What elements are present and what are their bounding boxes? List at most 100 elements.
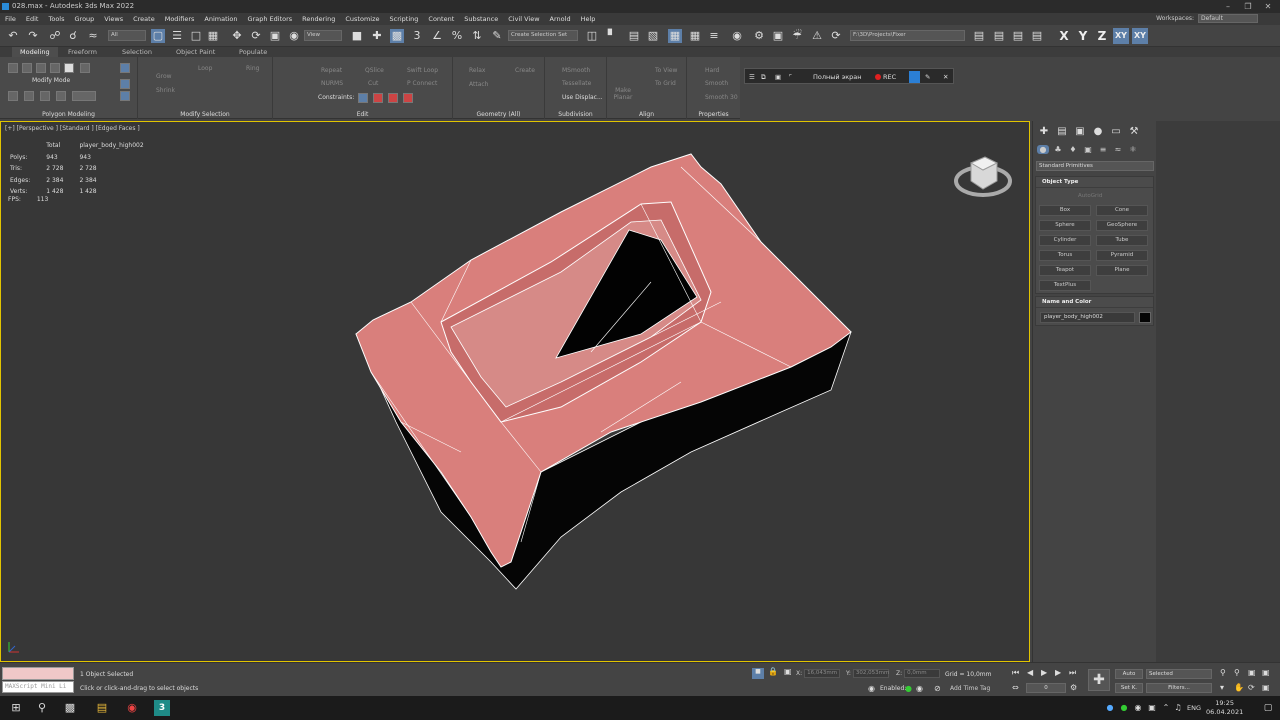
mirror-icon[interactable]: ◫ xyxy=(585,29,599,43)
element-mode-icon[interactable] xyxy=(64,63,74,73)
pen-icon[interactable]: ✎ xyxy=(925,71,930,83)
y-value-field[interactable]: 302,053mm xyxy=(852,669,889,678)
polygon-mode-icon[interactable] xyxy=(50,63,60,73)
keyboard-shortcut-override-icon[interactable]: ▩ xyxy=(390,29,404,43)
hard-label[interactable]: Hard xyxy=(705,67,719,74)
window-icon[interactable]: ⧉ xyxy=(761,71,766,83)
toggle-ribbon-icon[interactable]: ▦ xyxy=(668,29,682,43)
menu-edit[interactable]: Edit xyxy=(21,13,44,25)
modify-tab-icon[interactable]: ▤ xyxy=(1055,126,1069,137)
zoom-extents-all-icon[interactable]: ▣ xyxy=(1262,668,1270,677)
to-grid-label[interactable]: To Grid xyxy=(655,80,676,87)
add-time-tag[interactable]: Add Time Tag xyxy=(950,685,990,692)
menu-graph-editors[interactable]: Graph Editors xyxy=(243,13,298,25)
menu-create[interactable]: Create xyxy=(128,13,160,25)
tools-folder-icon[interactable]: ▤ xyxy=(1030,29,1044,43)
play-icon[interactable]: ▶ xyxy=(1041,668,1047,677)
move-icon[interactable]: ✥ xyxy=(230,29,244,43)
scale-icon[interactable]: ▣ xyxy=(268,29,282,43)
notifications-icon[interactable]: ▢ xyxy=(1260,700,1276,716)
torus-button[interactable]: Torus xyxy=(1039,250,1091,261)
constraint-edge-icon[interactable] xyxy=(373,93,383,103)
pin-stack-icon[interactable] xyxy=(120,63,130,73)
tab-object-paint[interactable]: Object Paint xyxy=(176,47,215,57)
geosphere-button[interactable]: GeoSphere xyxy=(1096,220,1148,231)
ring-label[interactable]: Ring xyxy=(246,65,259,72)
tessellate-label[interactable]: Tessellate xyxy=(562,80,591,87)
axis-z-button[interactable]: Z xyxy=(1094,28,1110,44)
create-label[interactable]: Create xyxy=(515,67,535,74)
collapse-stack-icon[interactable] xyxy=(120,91,130,101)
subdivision-label[interactable]: Subdivision xyxy=(545,111,606,118)
volume-icon[interactable]: ♫ xyxy=(1170,700,1186,716)
maxscript-listener-output[interactable] xyxy=(2,667,74,680)
axis-y-button[interactable]: Y xyxy=(1075,28,1091,44)
swift-loop-label[interactable]: Swift Loop xyxy=(407,67,438,74)
region-icon[interactable]: ▣ xyxy=(775,71,781,83)
search-icon[interactable]: ⚲ xyxy=(34,700,50,716)
close-recorder-icon[interactable]: ✕ xyxy=(943,71,948,83)
material-editor-icon[interactable]: ◉ xyxy=(730,29,744,43)
textplus-button[interactable]: TextPlus xyxy=(1039,280,1091,291)
close-button[interactable]: ✕ xyxy=(1258,0,1278,13)
relax-label[interactable]: Relax xyxy=(469,67,486,74)
enabled-toggle-icon[interactable]: ● xyxy=(905,684,912,693)
geometry-all-label[interactable]: Geometry (All) xyxy=(453,111,544,118)
clock[interactable]: 19:25 06.04.2021 xyxy=(1206,699,1243,717)
tab-freeform[interactable]: Freeform xyxy=(68,47,97,57)
msmooth-label[interactable]: MSmooth xyxy=(562,67,590,74)
repeat-label[interactable]: Repeat xyxy=(321,67,342,74)
cameras-category-icon[interactable]: ▣ xyxy=(1082,145,1094,154)
rotate-icon[interactable]: ⟳ xyxy=(249,29,263,43)
menu-content[interactable]: Content xyxy=(423,13,459,25)
menu-help[interactable]: Help xyxy=(576,13,601,25)
constraint-face-icon[interactable] xyxy=(388,93,398,103)
menu-modifiers[interactable]: Modifiers xyxy=(160,13,200,25)
helpers-category-icon[interactable]: ≡ xyxy=(1097,145,1109,154)
go-to-start-icon[interactable]: ⏮ xyxy=(1012,668,1019,678)
percent-snap-icon[interactable]: % xyxy=(450,29,464,43)
adaptive-degradation-icon[interactable]: ◉ xyxy=(868,684,875,693)
selection-lock-icon[interactable]: 🔒 xyxy=(768,667,778,676)
shrink-label[interactable]: Shrink xyxy=(156,87,175,94)
next-frame-icon[interactable]: ▶ xyxy=(1055,668,1061,677)
stack-icon-1[interactable] xyxy=(8,91,18,101)
geometry-category-icon[interactable]: ● xyxy=(1037,145,1049,154)
menu-scripting[interactable]: Scripting xyxy=(385,13,424,25)
mesh-object[interactable] xyxy=(1,122,1029,661)
set-key-big-icon[interactable]: ✚ xyxy=(1088,669,1110,691)
open-folder-icon[interactable]: ▤ xyxy=(992,29,1006,43)
modify-selection-label[interactable]: Modify Selection xyxy=(138,111,272,118)
cursor-icon[interactable] xyxy=(909,71,920,83)
stack-icon-5[interactable] xyxy=(72,91,96,101)
sync-icon[interactable]: ⟳ xyxy=(829,29,843,43)
align-label[interactable]: Align xyxy=(607,111,686,118)
object-type-title[interactable]: Object Type xyxy=(1036,177,1153,188)
window-crossing-icon[interactable]: ▦ xyxy=(206,29,220,43)
teapot-button[interactable]: Teapot xyxy=(1039,265,1091,276)
tab-selection[interactable]: Selection xyxy=(122,47,152,57)
reference-coordinate-dropdown[interactable]: View xyxy=(304,30,342,41)
stack-icon-2[interactable] xyxy=(24,91,34,101)
previous-frame-icon[interactable]: ◀ xyxy=(1027,668,1033,677)
display-tab-icon[interactable]: ▭ xyxy=(1109,126,1123,137)
toggle-scene-explorer-icon[interactable]: ▤ xyxy=(627,29,641,43)
stack-icon-4[interactable] xyxy=(56,91,66,101)
selection-filter-dropdown[interactable]: All xyxy=(108,30,146,41)
undo-icon[interactable]: ↶ xyxy=(6,29,20,43)
edit-label[interactable]: Edit xyxy=(273,111,452,118)
autogrid-checkbox[interactable]: AutoGrid xyxy=(1078,193,1102,199)
menu-views[interactable]: Views xyxy=(99,13,128,25)
menu-customize[interactable]: Customize xyxy=(340,13,384,25)
pivot-center-icon[interactable]: ■ xyxy=(350,29,364,43)
curve-editor-icon[interactable]: ▦ xyxy=(688,29,702,43)
motion-tab-icon[interactable]: ● xyxy=(1091,126,1105,137)
axis-x-button[interactable]: X xyxy=(1056,28,1072,44)
render-production-icon[interactable]: ☔ xyxy=(790,29,804,43)
redo-icon[interactable]: ↷ xyxy=(26,29,40,43)
show-end-result-icon[interactable] xyxy=(120,79,130,89)
axis-xy-alt-button[interactable]: XY xyxy=(1132,28,1148,44)
viewcube[interactable] xyxy=(953,149,1013,205)
maximize-viewport-icon[interactable]: ▣ xyxy=(1262,683,1270,692)
box-button[interactable]: Box xyxy=(1039,205,1091,216)
